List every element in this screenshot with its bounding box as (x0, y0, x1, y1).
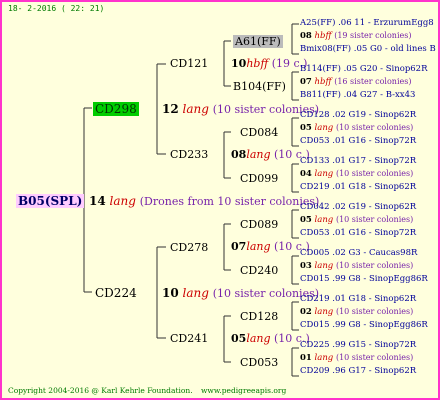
gen4-desc-1: (19 sister colonies) (334, 31, 412, 40)
gen2-info-3: 07lang (10 c.) (231, 241, 310, 252)
gen4-number-1: 08 (300, 31, 312, 41)
gen1-upper-number: 12 (162, 102, 179, 116)
gen4-number-2: 07 (300, 77, 312, 87)
gen2-info-2: 08lang (10 c.) (231, 149, 310, 160)
gen2-lang-4: lang (246, 332, 271, 345)
gen4-dam-line-7[interactable]: CD015 .99 G8 - SinopEgg86R (300, 321, 428, 330)
gen4-lang-6: lang (314, 261, 334, 271)
gen3-queen-3[interactable]: CD084 (240, 127, 278, 138)
gen3-queen-2[interactable]: B104(FF) (233, 81, 286, 92)
gen3-queen-8[interactable]: CD053 (240, 357, 278, 368)
gen4-desc-5: (10 sister colonies) (335, 215, 414, 224)
gen2-number-4: 05 (231, 332, 247, 345)
gen4-link-8: 01 lang (10 sister colonies) (300, 354, 413, 363)
gen4-link-3: 05 lang (10 sister colonies) (300, 124, 413, 133)
gen4-desc-3: (10 sister colonies) (335, 123, 414, 132)
footer-copyright: Copyright 2004-2016 @ Karl Kehrle Founda… (8, 387, 286, 395)
gen2-info-4: 05lang (10 c.) (231, 333, 310, 344)
gen3-queen-4[interactable]: CD099 (240, 173, 278, 184)
gen4-link-1: 08 hbff (19 sister colonies) (300, 32, 411, 41)
gen4-number-5: 05 (300, 215, 312, 225)
root-queen[interactable]: B05(SPL) (16, 194, 85, 208)
gen4-number-4: 04 (300, 169, 312, 179)
gen4-desc-7: (10 sister colonies) (335, 307, 414, 316)
root-link-info: 14 lang (Drones from 10 sister colonies) (89, 195, 319, 207)
gen4-number-7: 02 (300, 307, 312, 317)
gen3-queen-5[interactable]: CD089 (240, 219, 278, 230)
gen2-queen-4[interactable]: CD241 (170, 333, 208, 344)
gen1-lower-queen[interactable]: CD224 (95, 287, 137, 299)
gen4-lang-5: lang (314, 215, 334, 225)
gen4-number-8: 01 (300, 353, 312, 363)
gen4-link-4: 04 lang (10 sister colonies) (300, 170, 413, 179)
gen4-desc-6: (10 sister colonies) (335, 261, 414, 270)
gen4-dam-line-2[interactable]: B811(FF) .04 G27 - B-xx43 (300, 91, 415, 100)
gen4-sire-line-4[interactable]: CD133 .01 G17 - Sinop72R (300, 157, 416, 166)
gen1-lower-lang: lang (182, 286, 209, 300)
gen4-dam-line-1[interactable]: Bmix08(FF) .05 G0 - old lines B (300, 45, 436, 54)
gen4-desc-8: (10 sister colonies) (335, 353, 414, 362)
gen1-upper-info: 12 lang (10 sister colonies) (162, 103, 319, 115)
gen2-number-3: 07 (231, 240, 247, 253)
root-link-number: 14 (89, 194, 106, 208)
gen4-dam-line-4[interactable]: CD219 .01 G18 - Sinop62R (300, 183, 416, 192)
gen4-number-6: 03 (300, 261, 312, 271)
gen3-queen-1[interactable]: A61(FF) (233, 35, 283, 48)
gen4-lang-2: hbff (314, 77, 332, 87)
gen4-sire-line-8[interactable]: CD225 .99 G15 - Sinop72R (300, 341, 416, 350)
gen3-queen-6[interactable]: CD240 (240, 265, 278, 276)
gen4-lang-1: hbff (314, 31, 332, 41)
gen2-queen-3[interactable]: CD278 (170, 242, 208, 253)
gen3-queen-7[interactable]: CD128 (240, 311, 278, 322)
gen4-link-2: 07 hbff (16 sister colonies) (300, 78, 411, 87)
site-link[interactable]: www.pedigreeapis.org (201, 386, 286, 395)
copyright-text: Copyright 2004-2016 @ Karl Kehrle Founda… (8, 386, 193, 395)
gen4-sire-line-3[interactable]: CD128 .02 G19 - Sinop62R (300, 111, 416, 120)
gen4-dam-line-5[interactable]: CD053 .01 G16 - Sinop72R (300, 229, 416, 238)
root-link-lang: lang (109, 194, 136, 208)
gen2-number-2: 08 (231, 148, 247, 161)
gen2-info-1: 10hbff (19 c.) (231, 58, 307, 69)
gen1-upper-queen[interactable]: CD298 (93, 102, 139, 116)
gen2-queen-1[interactable]: CD121 (170, 58, 208, 69)
root-link-desc: (Drones from 10 sister colonies) (139, 195, 320, 208)
gen4-lang-3: lang (314, 123, 334, 133)
gen4-dam-line-8[interactable]: CD209 .96 G17 - Sinop62R (300, 367, 416, 376)
gen1-lower-number: 10 (162, 286, 179, 300)
gen1-lower-info: 10 lang (10 sister colonies) (162, 287, 319, 299)
gen4-lang-4: lang (314, 169, 334, 179)
gen4-sire-line-5[interactable]: CD042 .02 G19 - Sinop62R (300, 203, 416, 212)
gen4-sire-line-6[interactable]: CD005 .02 G3 - Caucas98R (300, 249, 417, 258)
pedigree-frame: { "header": { "date": "18- 2-2016 ( 22: … (0, 0, 440, 400)
gen4-dam-line-6[interactable]: CD015 .99 G8 - SinopEgg86R (300, 275, 428, 284)
gen2-lang-3: lang (246, 240, 271, 253)
gen4-link-7: 02 lang (10 sister colonies) (300, 308, 413, 317)
gen4-sire-line-7[interactable]: CD219 .01 G18 - Sinop62R (300, 295, 416, 304)
gen4-lang-8: lang (314, 353, 334, 363)
gen4-lang-7: lang (314, 307, 334, 317)
gen2-number-1: 10 (231, 57, 247, 70)
gen4-sire-line-2[interactable]: B114(FF) .05 G20 - Sinop62R (300, 65, 428, 74)
gen4-number-3: 05 (300, 123, 312, 133)
gen2-queen-2[interactable]: CD233 (170, 149, 208, 160)
header-date: 18- 2-2016 ( 22: 21) (8, 4, 105, 13)
gen4-sire-line-1[interactable]: A25(FF) .06 11 - ErzurumEgg8 (300, 19, 434, 28)
gen4-dam-line-3[interactable]: CD053 .01 G16 - Sinop72R (300, 137, 416, 146)
gen4-link-6: 03 lang (10 sister colonies) (300, 262, 413, 271)
gen4-link-5: 05 lang (10 sister colonies) (300, 216, 413, 225)
gen4-desc-4: (10 sister colonies) (335, 169, 414, 178)
gen2-lang-1: hbff (246, 57, 269, 70)
gen1-upper-lang: lang (182, 102, 209, 116)
gen4-desc-2: (16 sister colonies) (334, 77, 412, 86)
gen2-lang-2: lang (246, 148, 271, 161)
